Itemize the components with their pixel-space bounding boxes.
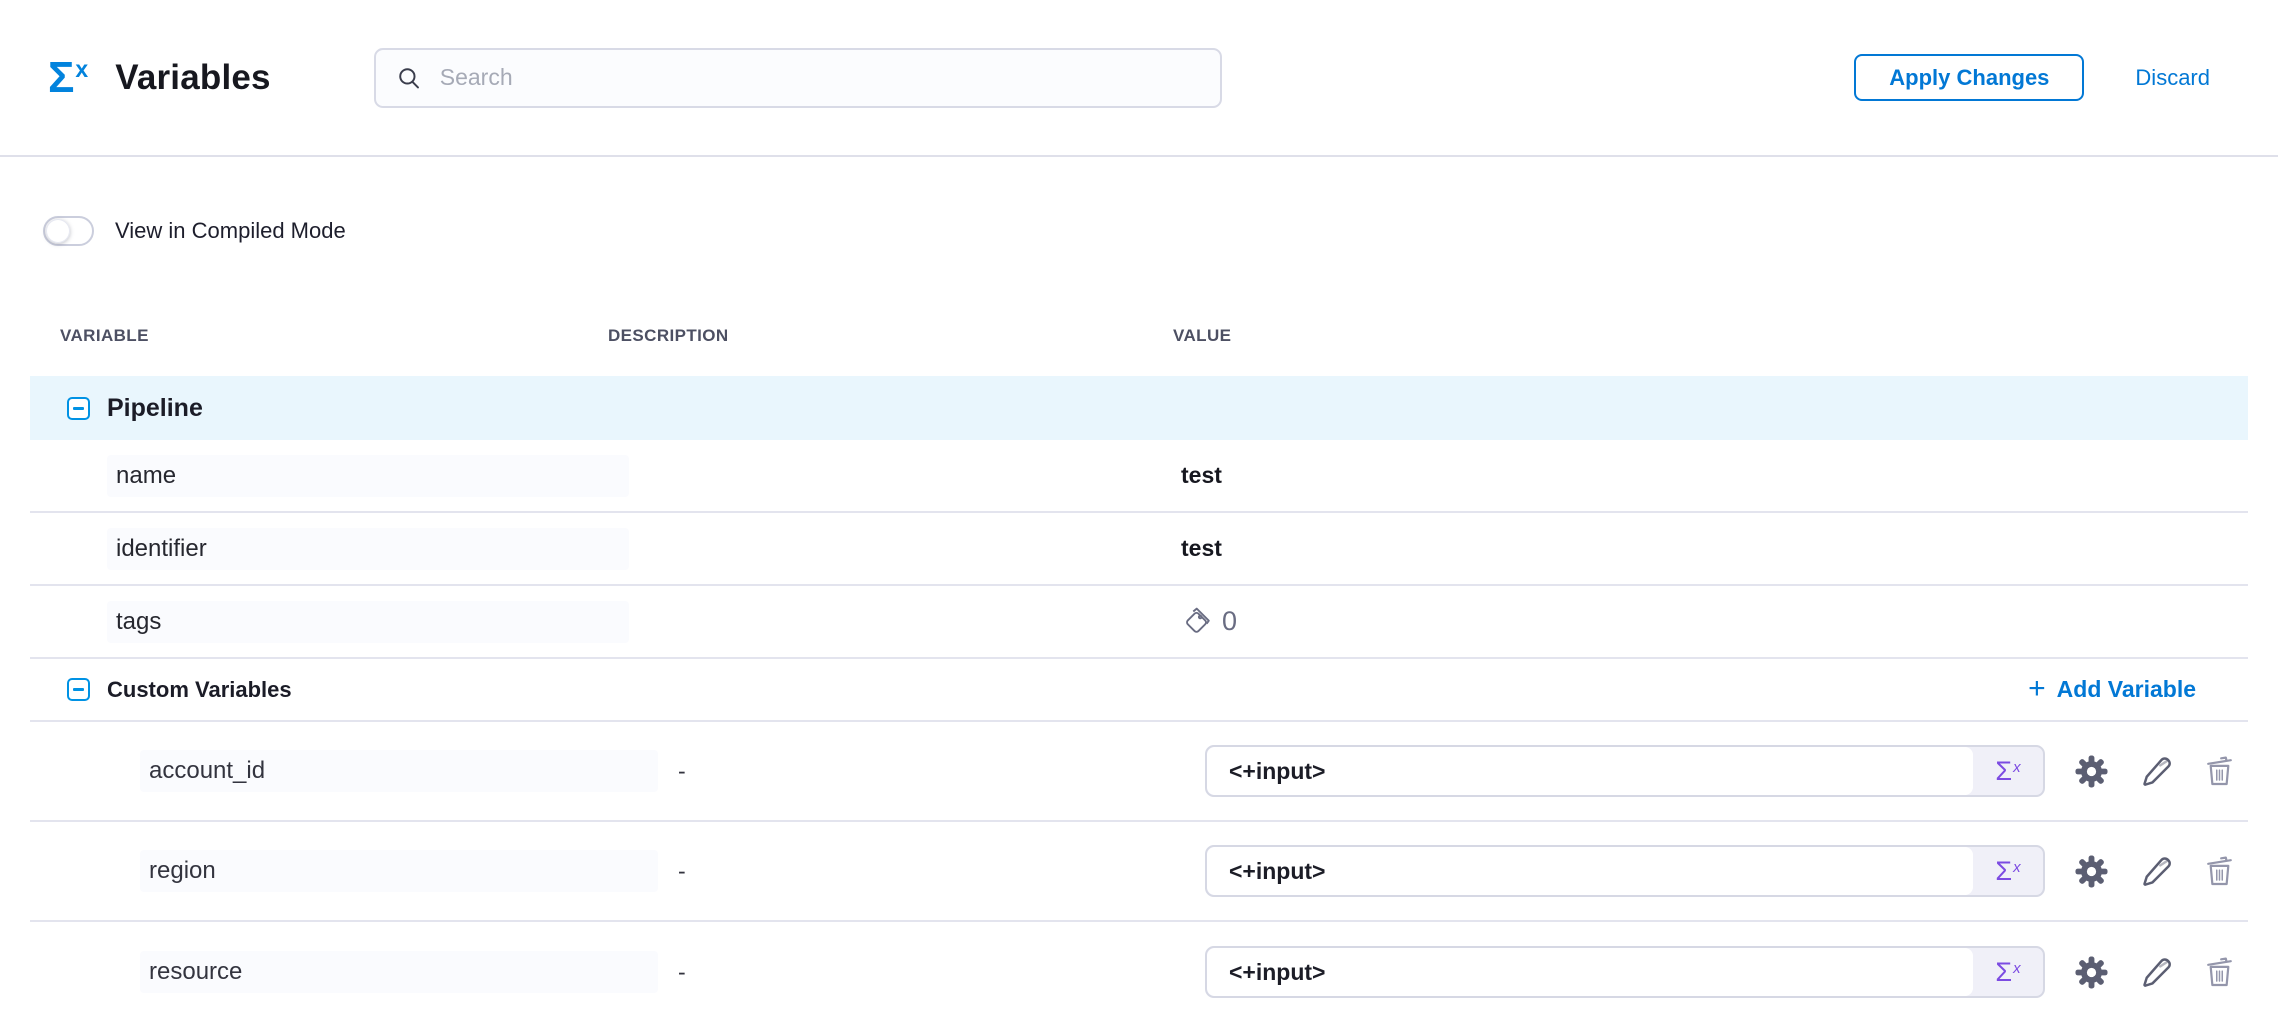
tag-icon <box>1181 606 1212 637</box>
add-variable-button[interactable]: + Add Variable <box>2022 674 2202 706</box>
edit-button[interactable] <box>2139 955 2174 990</box>
variable-name-field: identifier <box>107 528 629 570</box>
variable-name-field: region <box>140 850 658 892</box>
table-row: name test <box>30 440 2248 513</box>
column-header-description: DESCRIPTION <box>608 326 1173 346</box>
variables-table: VARIABLE DESCRIPTION VALUE Pipeline name… <box>30 246 2248 1022</box>
search-box[interactable] <box>374 48 1222 108</box>
compiled-mode-toggle[interactable] <box>43 216 94 246</box>
pencil-icon <box>2139 754 2174 789</box>
table-header-row: VARIABLE DESCRIPTION VALUE <box>30 246 2248 376</box>
delete-button[interactable] <box>2203 755 2236 788</box>
variable-name-field: name <box>107 455 629 497</box>
page-header: Σx Variables Apply Changes Discard <box>0 0 2278 157</box>
variable-value-input[interactable]: <+input> Σx <box>1205 845 2045 897</box>
variable-name-field: account_id <box>140 750 658 792</box>
compiled-mode-label: View in Compiled Mode <box>115 218 346 244</box>
section-header-pipeline: Pipeline <box>30 376 2248 440</box>
sigma-x-icon: Σx <box>48 56 88 100</box>
variable-value-input[interactable]: <+input> Σx <box>1205 745 2045 797</box>
compiled-mode-row: View in Compiled Mode <box>30 216 2248 246</box>
variable-name-field: tags <box>107 601 629 643</box>
trash-icon <box>2203 755 2236 788</box>
variable-description: - <box>608 858 1173 885</box>
pencil-icon <box>2139 955 2174 990</box>
settings-button[interactable] <box>2073 753 2110 790</box>
plus-icon: + <box>2028 674 2046 704</box>
collapse-icon[interactable] <box>67 397 90 420</box>
table-row: account_id - <+input> Σx <box>30 722 2248 822</box>
variable-description: - <box>608 758 1173 785</box>
add-variable-label: Add Variable <box>2057 676 2196 703</box>
column-header-variable: VARIABLE <box>30 326 608 346</box>
table-row: tags 0 <box>30 586 2248 659</box>
section-label: Pipeline <box>107 394 203 423</box>
table-row: identifier test <box>30 513 2248 586</box>
expression-sigma-button[interactable]: Σx <box>1973 948 2043 996</box>
variable-value: test <box>1173 462 1222 489</box>
table-row: region - <+input> Σx <box>30 822 2248 922</box>
page-title: Variables <box>115 58 271 98</box>
expression-sigma-button[interactable]: Σx <box>1973 747 2043 795</box>
section-label: Custom Variables <box>107 677 292 703</box>
gear-icon <box>2073 753 2110 790</box>
search-icon <box>396 65 422 91</box>
variable-description: - <box>608 959 1173 986</box>
section-header-custom-variables: Custom Variables + Add Variable <box>30 659 2248 722</box>
discard-button[interactable]: Discard <box>2129 64 2216 92</box>
apply-changes-button[interactable]: Apply Changes <box>1854 54 2084 101</box>
table-row: resource - <+input> Σx <box>30 922 2248 1022</box>
tags-count: 0 <box>1222 606 1237 637</box>
settings-button[interactable] <box>2073 853 2110 890</box>
edit-button[interactable] <box>2139 854 2174 889</box>
collapse-icon[interactable] <box>67 678 90 701</box>
delete-button[interactable] <box>2203 855 2236 888</box>
settings-button[interactable] <box>2073 954 2110 991</box>
search-input[interactable] <box>438 63 1200 92</box>
tags-value: 0 <box>1173 606 1237 637</box>
variable-value-input[interactable]: <+input> Σx <box>1205 946 2045 998</box>
expression-sigma-button[interactable]: Σx <box>1973 847 2043 895</box>
delete-button[interactable] <box>2203 956 2236 989</box>
gear-icon <box>2073 954 2110 991</box>
edit-button[interactable] <box>2139 754 2174 789</box>
gear-icon <box>2073 853 2110 890</box>
variable-value: test <box>1173 535 1222 562</box>
variable-name-field: resource <box>140 951 658 993</box>
trash-icon <box>2203 956 2236 989</box>
pencil-icon <box>2139 854 2174 889</box>
column-header-value: VALUE <box>1173 326 2248 346</box>
trash-icon <box>2203 855 2236 888</box>
